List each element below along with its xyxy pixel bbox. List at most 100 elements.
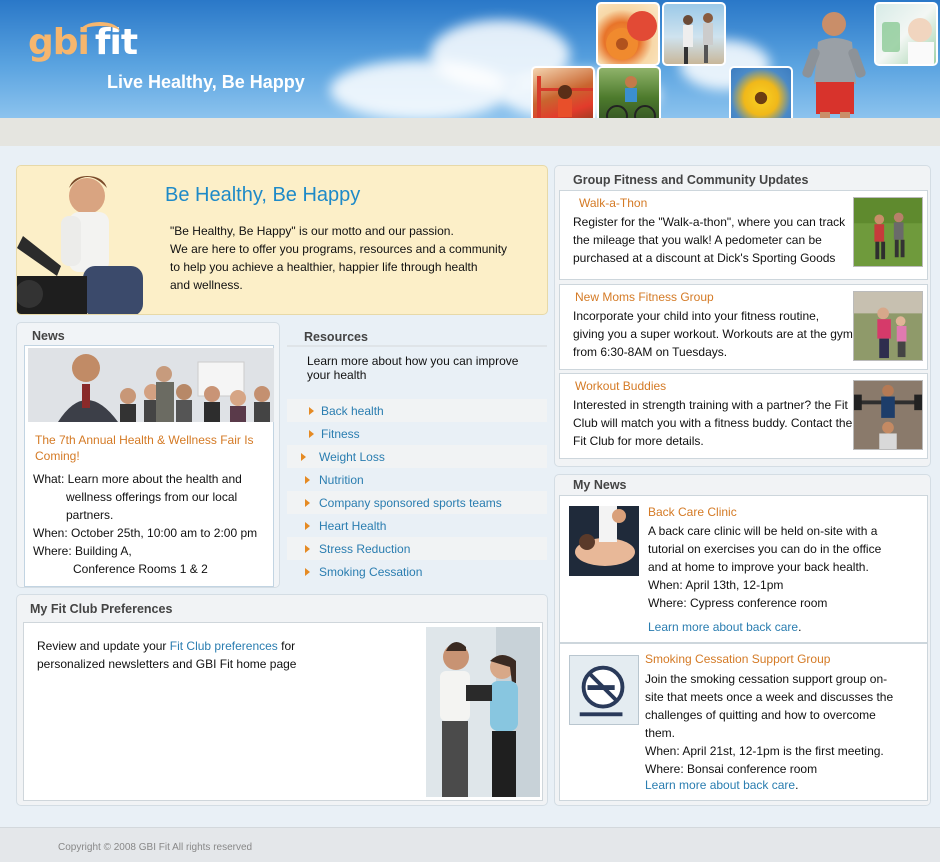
group-item-text: Register for the "Walk-a-thon", where yo… bbox=[573, 215, 846, 265]
learn-more-back-care-link[interactable]: Learn more about back care bbox=[645, 778, 795, 792]
arrow-right-icon bbox=[301, 453, 306, 461]
resource-link-smoking-cessation[interactable]: Smoking Cessation bbox=[287, 560, 547, 583]
news-where: Where: Building A, bbox=[33, 544, 132, 558]
news-when: When: October 25th, 10:00 am to 2:00 pm bbox=[33, 526, 258, 540]
link-suffix: . bbox=[798, 620, 802, 634]
arrow-right-icon bbox=[305, 476, 310, 484]
resource-link-stress-reduction[interactable]: Stress Reduction bbox=[287, 537, 547, 560]
group-fitness-panel: Group Fitness and Community Updates Walk… bbox=[554, 165, 931, 467]
mom-and-child-photo bbox=[853, 291, 923, 361]
gbi-fit-logo[interactable]: gbi fit bbox=[28, 22, 138, 63]
arrow-right-icon bbox=[305, 545, 310, 553]
resource-link-sports-teams[interactable]: Company sponsored sports teams bbox=[287, 491, 547, 514]
weight-training-photo bbox=[853, 380, 923, 450]
preferences-text-before: Review and update your bbox=[37, 639, 170, 653]
learn-more-back-care-link[interactable]: Learn more about back care bbox=[648, 620, 798, 634]
my-news-title: My News bbox=[573, 478, 627, 492]
resources-list: Back health Fitness Weight Loss Nutritio… bbox=[287, 399, 547, 583]
peach-icon bbox=[606, 11, 657, 60]
site-footer: Copyright © 2008 GBI Fit All rights rese… bbox=[0, 827, 940, 862]
preferences-title: My Fit Club Preferences bbox=[30, 602, 173, 616]
divider bbox=[287, 345, 547, 347]
walkers-photo bbox=[853, 197, 923, 267]
header-band bbox=[0, 118, 940, 146]
news-headline-link[interactable]: The 7th Annual Health & Wellness Fair Is… bbox=[35, 432, 265, 464]
my-news-item-when: When: April 21st, 12-1pm is the first me… bbox=[645, 744, 884, 758]
news-title: News bbox=[32, 329, 65, 343]
hero-description: "Be Healthy, Be Happy" is our motto and … bbox=[170, 222, 530, 294]
fit-club-preferences-panel: My Fit Club Preferences Review and updat… bbox=[16, 594, 548, 806]
resource-label: Back health bbox=[321, 403, 384, 418]
peach-photo bbox=[596, 2, 660, 66]
news-what-cont: partners. bbox=[66, 508, 114, 522]
hero-title: Be Healthy, Be Happy bbox=[165, 184, 361, 206]
news-what-cont: wellness offerings from our local bbox=[66, 490, 238, 504]
cycling-photo bbox=[597, 66, 661, 118]
arrow-right-icon bbox=[305, 568, 310, 576]
drinking-water-photo bbox=[874, 2, 938, 66]
group-item-title-link[interactable]: Workout Buddies bbox=[575, 379, 666, 393]
back-massage-photo bbox=[569, 506, 639, 576]
news-panel: News The 7th Annual Health & Wellness Fa… bbox=[16, 322, 280, 588]
kids-icon bbox=[537, 76, 593, 118]
group-item-title-link[interactable]: New Moms Fitness Group bbox=[575, 290, 714, 304]
resource-link-fitness[interactable]: Fitness bbox=[287, 422, 547, 445]
group-item-new-moms: New Moms Fitness Group Incorporate your … bbox=[559, 284, 928, 370]
group-fitness-title: Group Fitness and Community Updates bbox=[573, 173, 809, 187]
logo-arc-icon bbox=[80, 22, 120, 42]
resource-label: Fitness bbox=[321, 426, 360, 441]
my-news-item-title-link[interactable]: Back Care Clinic bbox=[648, 505, 737, 519]
resource-link-back-health[interactable]: Back health bbox=[287, 399, 547, 422]
arrow-right-icon bbox=[309, 407, 314, 415]
news-card: The 7th Annual Health & Wellness Fair Is… bbox=[24, 345, 274, 587]
news-where-cont: Conference Rooms 1 & 2 bbox=[73, 562, 208, 576]
my-news-item-where: Where: Cypress conference room bbox=[648, 596, 828, 610]
resource-link-weight-loss[interactable]: Weight Loss bbox=[287, 445, 547, 468]
woman-on-exercise-bike-photo bbox=[17, 166, 157, 314]
runners-icon bbox=[683, 13, 713, 64]
my-news-item-when: When: April 13th, 12-1pm bbox=[648, 578, 784, 592]
my-news-item-smoking-cessation: Smoking Cessation Support Group Join the… bbox=[559, 643, 928, 801]
hero-line: "Be Healthy, Be Happy" is our motto and … bbox=[170, 224, 454, 238]
hero-line: We are here to offer you programs, resou… bbox=[170, 242, 508, 256]
fit-club-preferences-link[interactable]: Fit Club preferences bbox=[170, 639, 278, 653]
group-item-walk-a-thon: Walk-a-Thon Register for the "Walk-a-tho… bbox=[559, 190, 928, 280]
resources-intro: Learn more about how you can improve you… bbox=[307, 354, 519, 382]
group-item-text: Interested in strength training with a p… bbox=[573, 398, 853, 448]
resources-title: Resources bbox=[304, 330, 368, 344]
resource-label: Nutrition bbox=[319, 472, 364, 487]
logo-gbi-text: gbi bbox=[28, 22, 90, 63]
sunflower-photo bbox=[729, 66, 793, 118]
preferences-card: Review and update your Fit Club preferen… bbox=[23, 622, 543, 801]
arrow-right-icon bbox=[305, 499, 310, 507]
my-news-item-body: A back care clinic will be held on-site … bbox=[648, 522, 898, 636]
site-header: gbi fit Live Healthy, Be Happy bbox=[0, 0, 940, 118]
water-glass-icon bbox=[882, 18, 934, 64]
resource-link-heart-health[interactable]: Heart Health bbox=[287, 514, 547, 537]
kids-playground-photo bbox=[531, 66, 595, 118]
runners-photo bbox=[662, 2, 726, 66]
hero-line: to help you achieve a healthier, happier… bbox=[170, 260, 478, 274]
resource-label: Stress Reduction bbox=[319, 541, 411, 556]
my-news-item-text: A back care clinic will be held on-site … bbox=[648, 524, 882, 574]
resource-label: Heart Health bbox=[319, 518, 387, 533]
copyright-text: Copyright © 2008 GBI Fit All rights rese… bbox=[58, 842, 253, 853]
link-suffix: . bbox=[795, 778, 799, 792]
group-item-workout-buddies: Workout Buddies Interested in strength t… bbox=[559, 373, 928, 459]
my-news-item-title-link[interactable]: Smoking Cessation Support Group bbox=[645, 652, 830, 666]
fitness-weigh-in-photo bbox=[426, 627, 540, 797]
group-item-title-link[interactable]: Walk-a-Thon bbox=[579, 196, 647, 210]
arrow-right-icon bbox=[305, 522, 310, 530]
news-what: What: Learn more about the health and bbox=[33, 472, 242, 486]
site-tagline: Live Healthy, Be Happy bbox=[107, 72, 305, 92]
my-news-item-back-care: Back Care Clinic A back care clinic will… bbox=[559, 495, 928, 643]
arrow-right-icon bbox=[309, 430, 314, 438]
group-item-text: Incorporate your child into your fitness… bbox=[573, 309, 853, 359]
jogger-photo bbox=[802, 12, 866, 118]
news-body: What: Learn more about the health and we… bbox=[33, 470, 273, 578]
resource-label: Company sponsored sports teams bbox=[319, 495, 502, 510]
cycling-icon bbox=[606, 76, 656, 118]
my-news-item-body: Join the smoking cessation support group… bbox=[645, 670, 905, 794]
resource-label: Smoking Cessation bbox=[319, 564, 423, 579]
resource-link-nutrition[interactable]: Nutrition bbox=[287, 468, 547, 491]
